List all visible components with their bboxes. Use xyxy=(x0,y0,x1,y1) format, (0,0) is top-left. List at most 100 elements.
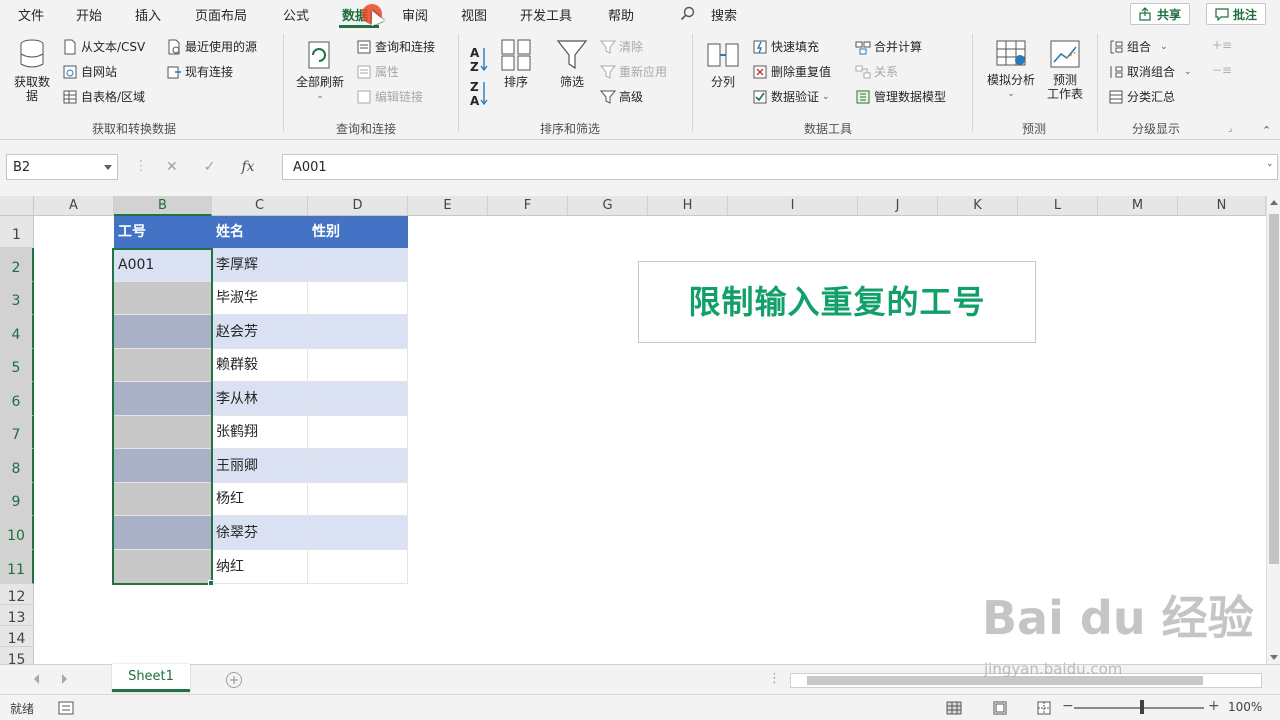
row-header-14[interactable]: 14 xyxy=(0,626,34,647)
row-header-11[interactable]: 11 xyxy=(0,550,34,584)
name-box[interactable]: B2 xyxy=(6,154,118,180)
name-cell[interactable]: 赵会芳 xyxy=(212,315,308,349)
id-cell[interactable] xyxy=(114,449,212,483)
cancel-icon[interactable]: ✕ xyxy=(166,159,178,175)
column-header-b[interactable]: B xyxy=(114,196,212,216)
tab-insert[interactable]: 插入 xyxy=(135,5,161,24)
what-if-dropdown-icon[interactable]: ⌄ xyxy=(982,87,1040,101)
gender-cell[interactable] xyxy=(308,483,408,516)
from-web-button[interactable]: 自网站 xyxy=(62,63,117,80)
filter-button[interactable]: 筛选 xyxy=(552,38,592,89)
column-header-a[interactable]: A xyxy=(34,196,114,216)
tab-review[interactable]: 审阅 xyxy=(402,5,428,24)
existing-connections-button[interactable]: 现有连接 xyxy=(166,63,233,80)
row-header-4[interactable]: 4 xyxy=(0,315,34,349)
relationships-button[interactable]: 关系 xyxy=(855,63,898,80)
consolidate-button[interactable]: 合并计算 xyxy=(855,38,922,55)
vertical-scroll-thumb[interactable] xyxy=(1269,214,1279,564)
row-header-8[interactable]: 8 xyxy=(0,449,34,483)
row-header-5[interactable]: 5 xyxy=(0,349,34,382)
id-cell[interactable] xyxy=(114,315,212,349)
tab-splitter-icon[interactable]: ⋮ xyxy=(768,671,781,686)
row-header-15[interactable]: 15 xyxy=(0,647,34,664)
ungroup-button[interactable]: 取消组合 ⌄ xyxy=(1108,63,1192,80)
scroll-down-icon[interactable] xyxy=(1270,655,1278,660)
row-header-2[interactable]: 2 xyxy=(0,248,34,282)
name-cell[interactable]: 李从林 xyxy=(212,382,308,416)
data-validation-dropdown-icon[interactable]: ⌄ xyxy=(822,92,830,102)
name-box-dropdown-icon[interactable] xyxy=(104,165,112,170)
collapse-ribbon-icon[interactable]: ⌃ xyxy=(1262,124,1271,137)
page-layout-view-icon[interactable] xyxy=(992,700,1008,716)
row-header-1[interactable]: 1 xyxy=(0,216,34,248)
page-break-view-icon[interactable] xyxy=(1036,700,1052,716)
recent-sources-button[interactable]: 最近使用的源 xyxy=(166,38,257,55)
group-dropdown-icon[interactable]: ⌄ xyxy=(1160,42,1168,52)
name-cell[interactable]: 赖群毅 xyxy=(212,349,308,382)
fill-handle[interactable] xyxy=(208,580,214,586)
zoom-in-icon[interactable]: + xyxy=(1208,698,1220,714)
zoom-slider[interactable] xyxy=(1074,707,1204,709)
column-header-d[interactable]: D xyxy=(308,196,408,216)
what-if-analysis-button[interactable]: 模拟分析 ⌄ xyxy=(982,38,1040,101)
id-cell[interactable]: A001 xyxy=(114,248,212,282)
column-header-f[interactable]: F xyxy=(488,196,568,216)
column-header-l[interactable]: L xyxy=(1018,196,1098,216)
tab-developer[interactable]: 开发工具 xyxy=(520,5,572,24)
prev-sheet-icon[interactable] xyxy=(34,674,39,684)
row-header-10[interactable]: 10 xyxy=(0,516,34,550)
forecast-sheet-button[interactable]: 预测 工作表 xyxy=(1043,38,1087,101)
column-header-m[interactable]: M xyxy=(1098,196,1178,216)
row-header-13[interactable]: 13 xyxy=(0,605,34,626)
column-header-j[interactable]: J xyxy=(858,196,938,216)
from-text-csv-button[interactable]: 从文本/CSV xyxy=(62,38,145,55)
sort-button[interactable]: 排序 xyxy=(498,38,534,89)
gender-cell[interactable] xyxy=(308,315,408,349)
remove-duplicates-button[interactable]: 删除重复值 xyxy=(752,63,831,80)
enter-check-icon[interactable]: ✓ xyxy=(204,159,216,175)
zoom-out-icon[interactable]: − xyxy=(1062,698,1074,714)
tab-page-layout[interactable]: 页面布局 xyxy=(195,5,247,24)
insert-function-icon[interactable]: fx xyxy=(241,159,254,175)
zoom-slider-knob[interactable] xyxy=(1140,700,1144,714)
id-cell[interactable] xyxy=(114,416,212,449)
column-header-n[interactable]: N xyxy=(1178,196,1266,216)
tab-home[interactable]: 开始 xyxy=(76,5,102,24)
table-header-cell[interactable]: 工号 xyxy=(114,216,212,248)
hide-detail-icon[interactable]: −≡ xyxy=(1212,63,1232,77)
column-header-e[interactable]: E xyxy=(408,196,488,216)
next-sheet-icon[interactable] xyxy=(62,674,67,684)
add-sheet-button[interactable]: + xyxy=(226,672,242,688)
sheet-tab-sheet1[interactable]: Sheet1 xyxy=(112,664,190,692)
search-box[interactable]: 搜索 xyxy=(711,5,737,24)
from-table-button[interactable]: 自表格/区域 xyxy=(62,88,145,105)
gender-cell[interactable] xyxy=(308,248,408,282)
id-cell[interactable] xyxy=(114,382,212,416)
refresh-all-button[interactable]: 全部刷新 ⌄ xyxy=(290,38,350,103)
tab-view[interactable]: 视图 xyxy=(461,5,487,24)
edit-links-button[interactable]: 编辑链接 xyxy=(356,88,423,105)
column-header-h[interactable]: H xyxy=(648,196,728,216)
gender-cell[interactable] xyxy=(308,349,408,382)
row-header-12[interactable]: 12 xyxy=(0,584,34,605)
name-cell[interactable]: 王丽卿 xyxy=(212,449,308,483)
gender-cell[interactable] xyxy=(308,449,408,483)
ungroup-dropdown-icon[interactable]: ⌄ xyxy=(1184,67,1192,77)
row-header-7[interactable]: 7 xyxy=(0,416,34,449)
comment-button[interactable]: 批注 xyxy=(1206,3,1267,25)
manage-data-model-button[interactable]: 管理数据模型 xyxy=(855,88,946,105)
macro-record-icon[interactable] xyxy=(58,701,74,715)
flash-fill-button[interactable]: 快速填充 xyxy=(752,38,819,55)
tab-help[interactable]: 帮助 xyxy=(608,5,634,24)
subtotal-button[interactable]: 分类汇总 xyxy=(1108,88,1175,105)
column-header-c[interactable]: C xyxy=(212,196,308,216)
row-header-3[interactable]: 3 xyxy=(0,282,34,315)
id-cell[interactable] xyxy=(114,483,212,516)
name-cell[interactable]: 杨红 xyxy=(212,483,308,516)
clear-filter-button[interactable]: 清除 xyxy=(600,38,643,55)
text-to-columns-button[interactable]: 分列 xyxy=(702,40,744,89)
row-header-6[interactable]: 6 xyxy=(0,382,34,416)
name-cell[interactable]: 纳红 xyxy=(212,550,308,584)
table-header-cell[interactable]: 性别 xyxy=(308,216,408,248)
id-cell[interactable] xyxy=(114,550,212,584)
